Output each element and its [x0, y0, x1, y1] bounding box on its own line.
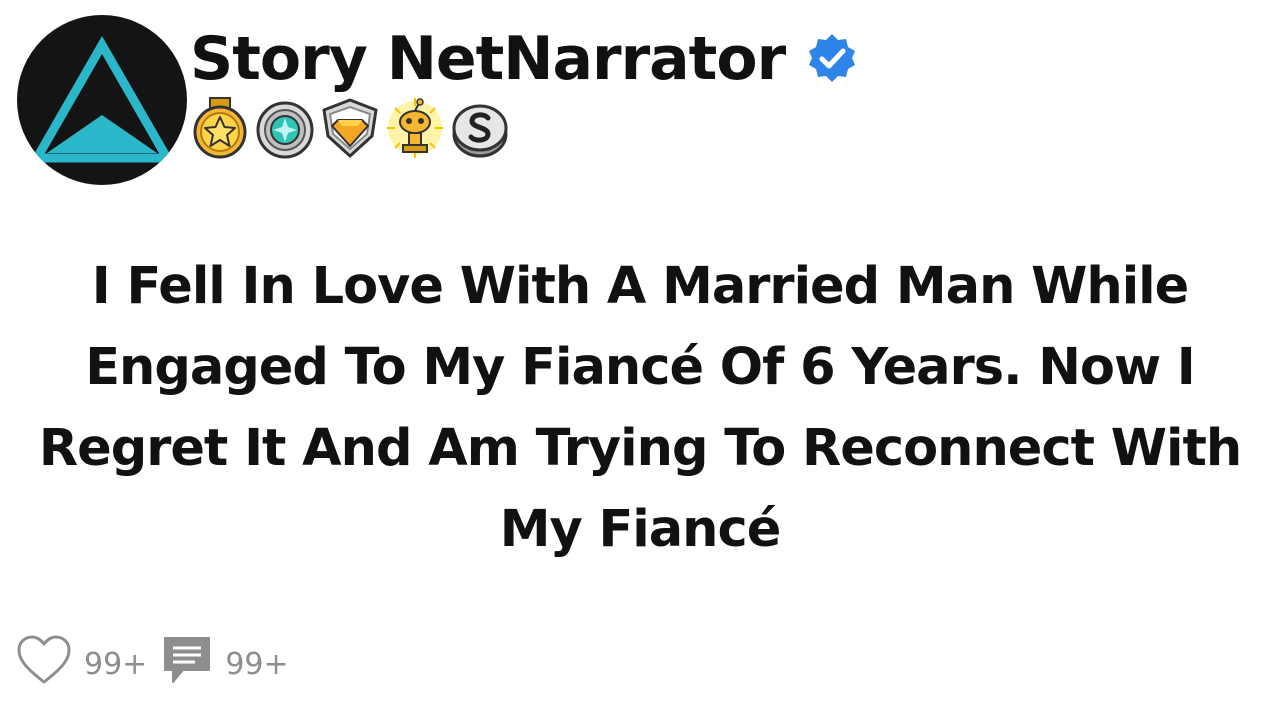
heart-icon[interactable]	[16, 634, 72, 694]
diamond-shield-icon	[320, 96, 380, 160]
awards-row	[190, 96, 515, 160]
triangle-logo-icon	[29, 35, 175, 163]
post-title: I Fell In Love With A Married Man While …	[38, 257, 1242, 559]
post-card: Story NetNarrator I Fell In Love With A …	[0, 0, 1280, 720]
verified-check-icon	[806, 32, 858, 84]
likes-count: 99+	[84, 646, 148, 682]
comments-count: 99+	[225, 646, 289, 682]
post-actions: 99+ 99+	[16, 634, 303, 694]
star-medal-icon	[190, 96, 250, 160]
trophy-alien-icon	[385, 96, 445, 160]
s-coin-icon	[450, 96, 510, 160]
gem-medal-icon	[255, 96, 315, 160]
comment-icon[interactable]	[161, 634, 213, 694]
channel-avatar[interactable]	[17, 15, 187, 185]
channel-name[interactable]: Story NetNarrator	[190, 22, 786, 96]
